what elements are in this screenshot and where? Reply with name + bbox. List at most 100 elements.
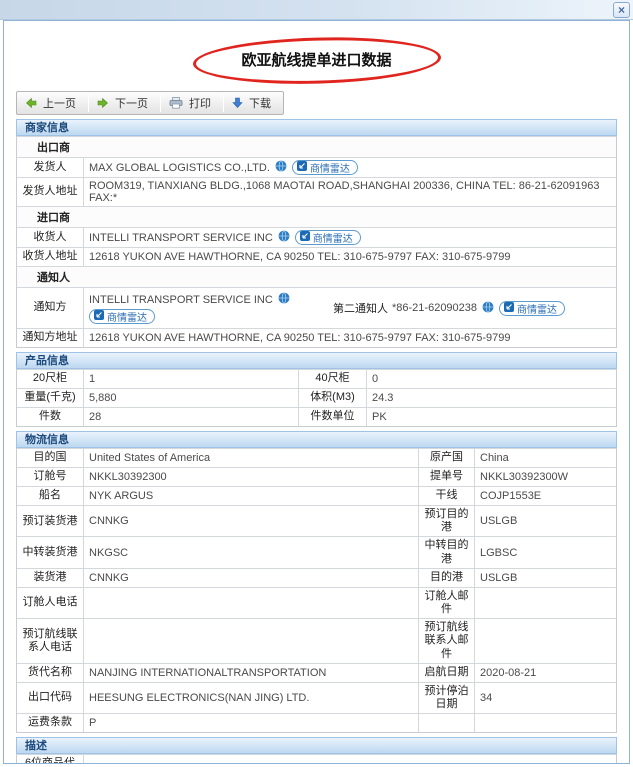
table-row: 预订装货港 CNNKG 预订目的港 USLGB [17,505,616,537]
table-row: 收货人地址 12618 YUKON AVE HAWTHORNE, CA 9025… [17,247,616,266]
field-value: USLGB [474,506,616,537]
field-label: 件数 [39,410,61,423]
field-value: 28 [83,408,298,426]
field-label: 件数单位 [298,408,366,426]
shipper-label: 发货人 [33,160,67,173]
field-value [474,587,616,619]
shangqing-radar-badge[interactable]: 商情雷达 [291,160,358,175]
field-label: 订舱人电话 [22,596,78,609]
field-label: 预订装货港 [22,514,78,527]
field-value: 5,880 [83,389,298,407]
field-label: 40尺柜 [298,370,366,388]
table-row: 发货人地址 ROOM319, TIANXIANG BLDG.,1068 MAOT… [17,177,616,206]
globe-icon[interactable] [278,230,290,245]
globe-icon[interactable] [278,292,290,307]
notifier-address-value: 12618 YUKON AVE HAWTHORNE, CA 90250 TEL:… [83,329,616,347]
field-value: NKKL30392300 [83,468,418,486]
download-button[interactable]: 下载 [224,92,283,114]
field-label: 运费条款 [28,716,72,729]
field-label [418,714,474,733]
field-label: 预订目的港 [418,506,474,537]
field-value: NKKL30392300W [474,468,616,486]
table-row: 6位商品代码 853944 [17,754,616,764]
field-value [83,619,418,663]
table-row: 通知方 INTELLI TRANSPORT SERVICE INC 商情雷达 第… [17,287,616,328]
field-label: 船名 [39,489,61,502]
field-value: COJP1553E [474,487,616,505]
print-label: 打印 [189,98,211,110]
toolbar: 上一页 下一页 打印 下载 [16,91,284,115]
globe-icon[interactable] [482,300,494,316]
table-row: 通知人 [17,266,616,287]
shipper-address-label: 发货人地址 [22,185,78,198]
table-row: 件数 28 件数单位 PK [17,407,616,426]
notify-subheader: 通知人 [17,267,616,287]
globe-icon[interactable] [275,160,287,175]
table-row: 20尺柜 1 40尺柜 0 [17,369,616,388]
field-value: United States of America [83,449,418,467]
field-label: 6位商品代码 [24,757,76,764]
page-title: 欧亚航线提单进口数据 [241,52,392,69]
second-notify-label: 第二通知人 [333,303,388,315]
shipper-value: MAX GLOBAL LOGISTICS CO.,LTD. [89,161,270,174]
printer-icon [169,97,183,109]
shangqing-radar-badge[interactable]: 商情雷达 [499,300,566,316]
field-label: 预订航线联系人邮件 [418,619,474,663]
field-value: LGBSC [474,537,616,568]
section-header-description: 描述 [16,737,617,755]
table-row: 通知方地址 12618 YUKON AVE HAWTHORNE, CA 9025… [17,328,616,347]
field-value: 1 [83,370,298,388]
section-header-logistics: 物流信息 [16,431,617,448]
close-button[interactable]: × [613,2,630,18]
field-label: 装货港 [33,571,67,584]
field-label: 预订航线联系人电话 [22,627,78,653]
table-row: 进口商 [17,206,616,227]
shangqing-radar-badge[interactable]: 商情雷达 [89,309,155,324]
table-row: 发货人 MAX GLOBAL LOGISTICS CO.,LTD. 商情雷达 [17,157,616,177]
field-value: CNNKG [83,568,418,587]
notifier-value: INTELLI TRANSPORT SERVICE INC [89,293,273,306]
table-row: 出口商 [17,136,616,157]
radar-badge-label: 商情雷达 [309,164,350,175]
arrow-down-icon [232,97,243,109]
field-label: 原产国 [418,449,474,467]
section-header-product: 产品信息 [16,352,617,369]
radar-icon [504,301,515,315]
exporter-subheader: 出口商 [17,137,616,157]
radar-badge-label: 商情雷达 [312,234,353,245]
field-label: 提单号 [418,468,474,486]
second-notify-value: *86-21-62090238 [392,302,478,314]
field-label: 中转装货港 [22,545,78,558]
field-value: NYK ARGUS [83,487,418,505]
field-value: China [474,449,616,467]
field-value: USLGB [474,568,616,587]
field-label: 货代名称 [28,666,72,679]
print-button[interactable]: 打印 [161,92,223,114]
importer-subheader: 进口商 [17,207,616,227]
table-row: 出口代码 HEESUNG ELECTRONICS(NAN JING) LTD. … [17,681,616,714]
shangqing-radar-badge[interactable]: 商情雷达 [294,230,361,245]
field-value: PK [366,408,616,426]
prev-page-button[interactable]: 上一页 [17,92,88,114]
notifier-address-label: 通知方地址 [22,331,78,344]
table-row: 装货港 CNNKG 目的港 USLGB [17,567,616,587]
field-label: 目的港 [418,568,474,587]
table-row: 订舱号 NKKL30392300 提单号 NKKL30392300W [17,467,616,486]
field-label: 订舱号 [33,470,67,483]
next-page-button[interactable]: 下一页 [89,92,160,114]
notifier-label: 通知方 [33,301,67,314]
field-label: 订舱人邮件 [418,587,474,619]
field-value [474,714,616,733]
consignee-address-value: 12618 YUKON AVE HAWTHORNE, CA 90250 TEL:… [83,248,616,266]
field-label: 目的国 [33,451,67,464]
field-value: 2020-08-21 [474,663,616,682]
table-row: 订舱人电话 订舱人邮件 [17,586,616,619]
table-row: 中转装货港 NKGSC 中转目的港 LGBSC [17,536,616,568]
field-value [83,587,418,619]
description-table: 描述 6位商品代码 853944 产品描述 LCD PANEL, NOS; 海关… [16,737,617,764]
arrow-right-icon [97,97,109,109]
field-value: 0 [366,370,616,388]
download-label: 下载 [249,98,271,110]
field-value: CNNKG [83,506,418,537]
field-value: 34 [474,682,616,714]
